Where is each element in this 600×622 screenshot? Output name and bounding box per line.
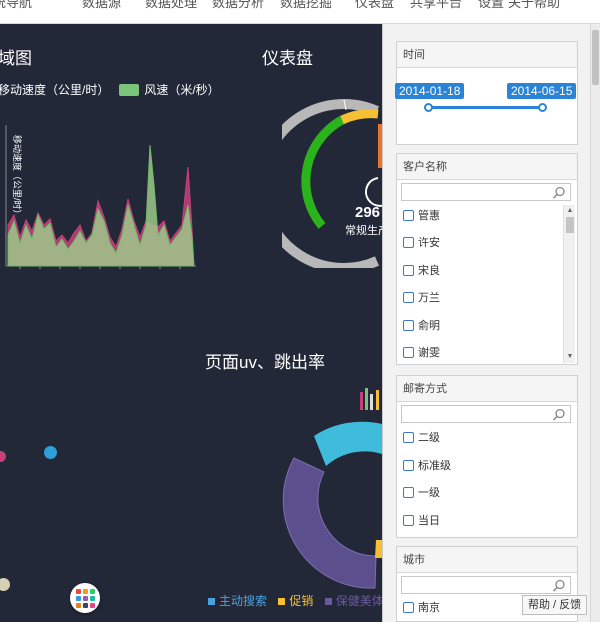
city-search-input[interactable] xyxy=(402,579,552,595)
mail-option[interactable]: 当日 xyxy=(403,512,440,528)
scroll-up-icon[interactable]: ▲ xyxy=(565,206,575,216)
gauge-chart xyxy=(282,99,382,268)
customer-search[interactable] xyxy=(401,183,571,202)
nav-item-8[interactable]: 关于帮助 xyxy=(508,0,560,11)
legend-series1-label[interactable]: 移动速度（公里/时） xyxy=(0,81,109,98)
nav-item-7[interactable]: 设置 xyxy=(478,0,504,11)
legend-series2-label[interactable]: 风速（米/秒） xyxy=(144,81,219,98)
nav-item-6[interactable]: 共享平台 xyxy=(410,0,462,11)
search-icon[interactable] xyxy=(552,579,566,593)
legend-series2-swatch[interactable] xyxy=(119,83,140,96)
mail-option[interactable]: 标准级 xyxy=(403,457,451,473)
scatter-dot-blue[interactable] xyxy=(44,446,57,459)
city-search[interactable] xyxy=(401,576,571,595)
checkbox[interactable] xyxy=(403,291,414,303)
area-chart: 移动速度（公里/时） xyxy=(5,125,196,269)
customer-filter-title: 客户名称 xyxy=(397,154,577,180)
customer-option[interactable]: 宋良 xyxy=(403,262,440,278)
customer-option[interactable]: 万兰 xyxy=(403,289,440,305)
legend-item-health[interactable]: 保健美体 xyxy=(324,594,384,608)
scroll-down-icon[interactable]: ▼ xyxy=(565,352,575,362)
top-nav: 系统导航 数据源 数据处理 数据分析 数据挖掘 仪表盘 共享平台 设置 关于帮助 xyxy=(0,0,600,24)
checkbox[interactable] xyxy=(403,601,414,613)
area-y-axis-label: 移动速度（公里/时） xyxy=(12,135,23,219)
mail-option[interactable]: 二级 xyxy=(403,429,440,445)
search-icon[interactable] xyxy=(552,186,566,200)
gauge-green-band xyxy=(301,116,345,229)
customer-list-scroll-thumb[interactable] xyxy=(566,217,574,233)
customer-list-scrollbar[interactable]: ▲ ▼ xyxy=(563,205,575,363)
checkbox[interactable] xyxy=(403,209,414,221)
mail-filter-title: 邮寄方式 xyxy=(397,376,577,402)
donut-segment-purple[interactable] xyxy=(282,457,377,589)
checkbox[interactable] xyxy=(403,486,414,498)
time-filter-title: 时间 xyxy=(397,42,577,68)
date-end-handle[interactable] xyxy=(538,103,547,112)
checkbox[interactable] xyxy=(403,264,414,276)
legend-item-promo[interactable]: 促销 xyxy=(278,594,313,608)
green-area-series[interactable] xyxy=(7,144,195,267)
date-start-label: 2014-01-18 xyxy=(395,83,465,99)
donut-segment-blue[interactable] xyxy=(314,421,382,466)
mail-search[interactable] xyxy=(401,405,571,424)
customer-search-input[interactable] xyxy=(402,186,552,202)
city-option[interactable]: 南京 xyxy=(403,599,440,615)
area-chart-title: 域图 xyxy=(0,49,32,68)
gauge-yellow-band xyxy=(340,109,379,125)
checkbox[interactable] xyxy=(403,459,414,471)
apps-menu-button[interactable] xyxy=(70,583,100,613)
customer-filter: 客户名称 xyxy=(396,153,578,365)
sidebar-scrollbar[interactable] xyxy=(590,24,600,622)
gauge-value: 296 xyxy=(355,204,381,221)
customer-option[interactable]: 谢雯 xyxy=(403,344,440,360)
donut-title: 页面uv、跳出率 xyxy=(205,353,325,372)
nav-item-5[interactable]: 仪表盘 xyxy=(355,0,394,11)
customer-option[interactable]: 管惠 xyxy=(403,207,440,223)
area-chart-legend: 移动速度（公里/时） 风速（米/秒） xyxy=(0,81,220,98)
checkbox[interactable] xyxy=(403,346,414,358)
help-feedback-button[interactable]: 帮助 / 反馈 xyxy=(522,595,588,615)
date-start-handle[interactable] xyxy=(424,103,433,112)
donut-chart xyxy=(282,388,382,589)
checkbox[interactable] xyxy=(403,431,414,443)
mail-option[interactable]: 一级 xyxy=(403,484,440,500)
nav-item-4[interactable]: 数据挖掘 xyxy=(280,0,332,11)
customer-option[interactable]: 许安 xyxy=(403,234,440,250)
nav-item-0[interactable]: 系统导航 xyxy=(0,0,32,11)
nav-item-2[interactable]: 数据处理 xyxy=(145,0,197,11)
date-end-label: 2014-06-15 xyxy=(507,83,577,99)
nav-item-1[interactable]: 数据源 xyxy=(82,0,121,11)
customer-option[interactable]: 俞明 xyxy=(403,317,440,333)
date-range-track[interactable] xyxy=(428,106,544,109)
gauge-title: 仪表盘 xyxy=(262,49,313,68)
checkbox[interactable] xyxy=(403,514,414,526)
search-icon[interactable] xyxy=(552,408,566,422)
apps-grid-icon xyxy=(75,588,81,594)
checkbox[interactable] xyxy=(403,319,414,331)
donut-legend: 主动搜索 促销 保健美体 xyxy=(208,592,392,609)
sidebar-scroll-thumb[interactable] xyxy=(592,30,599,85)
nav-item-3[interactable]: 数据分析 xyxy=(212,0,264,11)
checkbox[interactable] xyxy=(403,236,414,248)
donut-segment-yellow[interactable] xyxy=(375,540,382,558)
mail-search-input[interactable] xyxy=(402,408,552,424)
city-filter-title: 城市 xyxy=(397,547,577,573)
legend-item-search[interactable]: 主动搜索 xyxy=(208,594,267,608)
